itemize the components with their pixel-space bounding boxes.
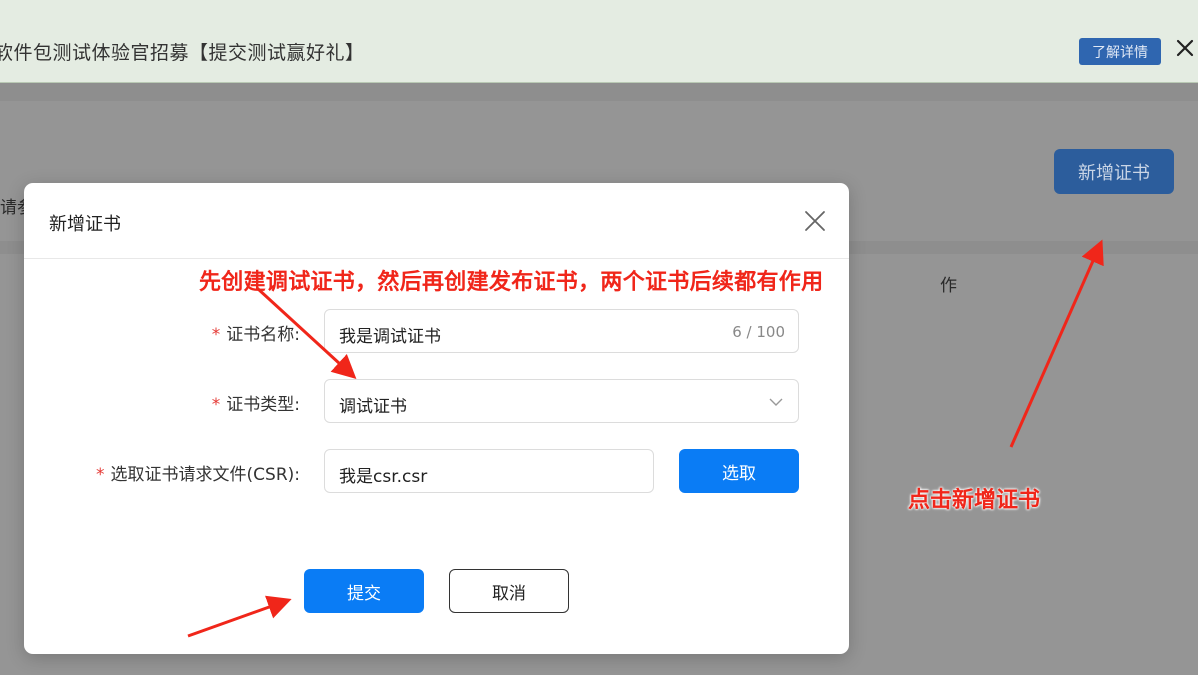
cert-type-label: * 证书类型: (212, 390, 300, 415)
new-certificate-dialog: 新增证书 * 证书名称: 我是调试证书 6 / 100 * 证书类型: 调试证书 *… (24, 183, 849, 654)
label-text: 证书名称: (226, 325, 300, 345)
select-value: 调试证书 (339, 397, 407, 417)
chevron-down-icon (768, 394, 784, 410)
char-count: 6 / 100 (732, 323, 785, 341)
dialog-header: 新增证书 (24, 183, 849, 259)
csr-file-label: * 选取证书请求文件(CSR): (96, 460, 300, 485)
cert-type-row: * 证书类型: 调试证书 (24, 379, 849, 425)
label-text: 证书类型: (226, 395, 300, 415)
new-certificate-button[interactable]: 新增证书 (1054, 149, 1174, 194)
submit-button[interactable]: 提交 (304, 569, 424, 613)
required-mark: * (96, 465, 105, 485)
input-value: 我是调试证书 (339, 327, 441, 347)
cert-name-row: * 证书名称: 我是调试证书 6 / 100 (24, 309, 849, 355)
close-icon[interactable] (803, 209, 827, 233)
cert-name-label: * 证书名称: (212, 320, 300, 345)
annotation-click-new-cert: 点击新增证书 (908, 488, 1041, 513)
dialog-title: 新增证书 (49, 214, 121, 235)
cancel-button[interactable]: 取消 (449, 569, 569, 613)
annotation-create-certs: 先创建调试证书，然后再创建发布证书，两个证书后续都有作用 (199, 270, 824, 295)
csr-file-row: * 选取证书请求文件(CSR): 我是csr.csr 选取 (24, 449, 849, 495)
label-text: 选取证书请求文件(CSR): (110, 465, 300, 485)
banner-text: 软件包测试体验官招募【提交测试赢好礼】 (0, 42, 365, 64)
table-header-fragment: 作 (940, 276, 957, 296)
required-mark: * (211, 395, 221, 415)
select-file-button[interactable]: 选取 (679, 449, 799, 493)
input-value: 我是csr.csr (339, 467, 428, 487)
csr-file-input[interactable]: 我是csr.csr (324, 449, 654, 493)
required-mark: * (211, 325, 221, 345)
cert-name-input[interactable]: 我是调试证书 6 / 100 (324, 309, 799, 353)
learn-more-button[interactable]: 了解详情 (1079, 38, 1161, 65)
close-icon[interactable] (1170, 34, 1198, 64)
announcement-banner: 软件包测试体验官招募【提交测试赢好礼】 了解详情 (0, 0, 1198, 83)
cert-type-select[interactable]: 调试证书 (324, 379, 799, 423)
